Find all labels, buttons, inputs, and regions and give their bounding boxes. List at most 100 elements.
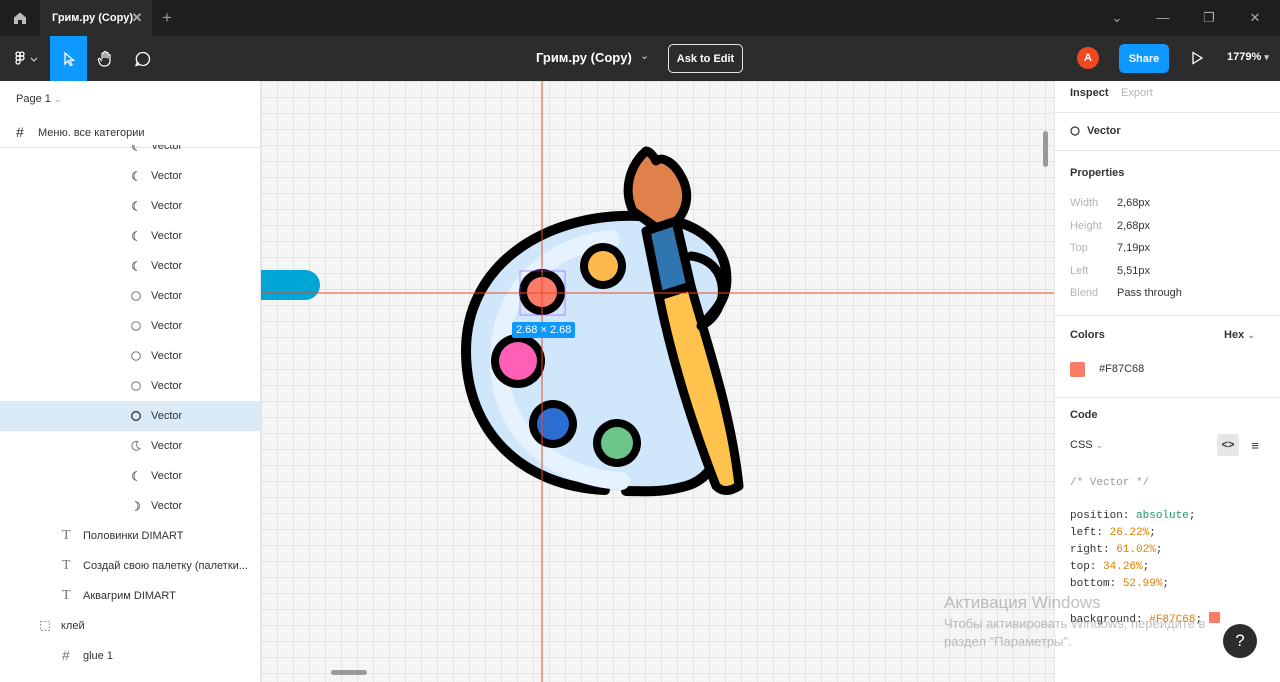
circle-icon — [131, 351, 141, 361]
code-line-position: position: absolute; — [1070, 510, 1196, 522]
layer-row[interactable]: Vector — [0, 145, 260, 161]
main-menu-button[interactable] — [4, 36, 48, 81]
tab-export[interactable]: Export — [1121, 87, 1153, 99]
layer-row[interactable]: Vector — [0, 431, 260, 461]
chevron-down-icon: ⌄ — [1095, 440, 1104, 450]
group-icon — [40, 621, 50, 631]
top-label: Top — [1070, 242, 1088, 254]
paint-orange — [580, 243, 626, 289]
home-button[interactable] — [0, 0, 40, 36]
layer-row[interactable]: Vector — [0, 341, 260, 371]
code-language-value: CSS — [1070, 439, 1093, 451]
color-format-select[interactable]: Hex ⌄ — [1224, 329, 1255, 341]
move-tool-button[interactable] — [50, 36, 87, 81]
watermark-line-2: раздел "Параметры". — [944, 634, 1072, 649]
horizontal-scrollbar — [331, 670, 367, 675]
layer-row[interactable]: T Аквагрим DIMART — [0, 581, 260, 611]
layer-row[interactable]: Vector — [0, 311, 260, 341]
restore-icon[interactable]: ❐ — [1198, 8, 1220, 28]
layer-row[interactable]: T Создай свою палетку (палетки... — [0, 551, 260, 581]
avatar[interactable]: A — [1077, 47, 1099, 69]
crescent-icon — [131, 440, 141, 451]
layer-label: Vector — [151, 290, 183, 302]
layer-label: Vector — [151, 145, 183, 152]
frame-row[interactable]: # Меню. все категории — [0, 119, 260, 147]
zoom-value: 1779% — [1227, 51, 1262, 63]
close-tab-icon[interactable]: ✕ — [130, 11, 144, 25]
toolbar: Грим.ру (Copy) ⌄ Ask to Edit A Share 177… — [0, 36, 1280, 81]
layer-label: Аквагрим DIMART — [83, 590, 176, 602]
left-value[interactable]: 5,51px — [1117, 265, 1150, 277]
code-line-right: right: 61.02%; — [1070, 544, 1163, 556]
comment-icon — [134, 51, 151, 67]
share-button[interactable]: Share — [1119, 44, 1169, 73]
divider — [1055, 397, 1280, 398]
circle-icon — [131, 381, 141, 391]
layer-row[interactable]: Vector — [0, 371, 260, 401]
layer-row[interactable]: Vector — [0, 161, 260, 191]
code-key: position: — [1070, 510, 1137, 522]
code-line-left: left: 26.22%; — [1070, 527, 1156, 539]
height-value[interactable]: 2,68px — [1117, 220, 1150, 232]
layer-row[interactable]: Vector — [0, 251, 260, 281]
color-hex[interactable]: #F87C68 — [1099, 363, 1144, 375]
half-moon-icon — [132, 201, 138, 211]
color-format-value: Hex — [1224, 329, 1245, 341]
code-view-icon[interactable]: <> — [1217, 434, 1239, 456]
layer-name: Vector — [1087, 125, 1121, 137]
layer-label: glue 1 — [83, 650, 113, 662]
close-window-icon[interactable]: ✕ — [1244, 8, 1266, 28]
layer-row[interactable]: клей — [0, 611, 260, 641]
new-tab-icon[interactable]: + — [158, 8, 176, 28]
layer-row-selected[interactable]: Vector — [0, 401, 260, 431]
help-button[interactable]: ? — [1223, 624, 1257, 658]
text-icon: T — [62, 588, 71, 603]
top-value[interactable]: 7,19px — [1117, 242, 1150, 254]
layer-row[interactable]: T Половинки DIMART — [0, 521, 260, 551]
layer-label: Vector — [151, 440, 183, 452]
layer-label: Vector — [151, 350, 183, 362]
color-swatch[interactable] — [1070, 362, 1085, 377]
layer-row[interactable]: Vector — [0, 491, 260, 521]
paint-green — [593, 419, 641, 467]
comment-tool-button[interactable] — [125, 36, 161, 81]
code-line-top: top: 34.26%; — [1070, 561, 1150, 573]
file-title[interactable]: Грим.ру (Copy) — [536, 50, 632, 65]
colors-title: Colors — [1070, 329, 1105, 341]
hand-tool-button[interactable] — [88, 36, 124, 81]
page-selector[interactable]: Page 1 ⌄ — [16, 93, 61, 105]
layer-row[interactable]: Vector — [0, 461, 260, 491]
code-value: absolute — [1136, 510, 1189, 522]
chevron-down-icon[interactable]: ⌄ — [640, 49, 649, 62]
layer-label: Vector — [151, 200, 183, 212]
ask-to-edit-button[interactable]: Ask to Edit — [668, 44, 743, 73]
chevron-down-icon[interactable]: ⌄ — [1106, 8, 1128, 28]
width-value[interactable]: 2,68px — [1117, 197, 1150, 209]
minimize-icon[interactable]: — — [1152, 8, 1174, 28]
tab-inspect[interactable]: Inspect — [1070, 87, 1109, 99]
code-language-select[interactable]: CSS ⌄ — [1070, 439, 1103, 451]
circle-icon — [1070, 126, 1080, 136]
list-view-icon[interactable]: ≡ — [1244, 434, 1266, 456]
layer-row[interactable]: Vector — [0, 281, 260, 311]
present-button[interactable] — [1187, 48, 1207, 68]
canvas-artwork — [261, 81, 1054, 682]
layer-label: Vector — [151, 260, 183, 272]
layer-row[interactable]: Vector — [0, 221, 260, 251]
code-value: 34.26% — [1103, 561, 1143, 573]
file-tab[interactable]: Грим.ру (Copy) ✕ — [40, 0, 152, 36]
code-comment-text: /* Vector */ — [1070, 477, 1150, 489]
height-label: Height — [1070, 220, 1102, 232]
blend-value[interactable]: Pass through — [1117, 287, 1182, 299]
layer-row[interactable]: # glue 1 — [0, 641, 260, 671]
code-value: 26.22% — [1109, 527, 1150, 539]
zoom-level[interactable]: 1779% ▾ — [1227, 51, 1269, 63]
figma-logo-icon — [15, 50, 38, 65]
canvas[interactable]: 2.68 × 2.68 — [261, 81, 1054, 682]
layer-row[interactable]: Vector — [0, 191, 260, 221]
divider — [1055, 150, 1280, 151]
half-moon-icon — [132, 145, 138, 151]
code-title: Code — [1070, 409, 1098, 421]
divider — [1055, 315, 1280, 316]
play-icon — [1192, 51, 1204, 65]
